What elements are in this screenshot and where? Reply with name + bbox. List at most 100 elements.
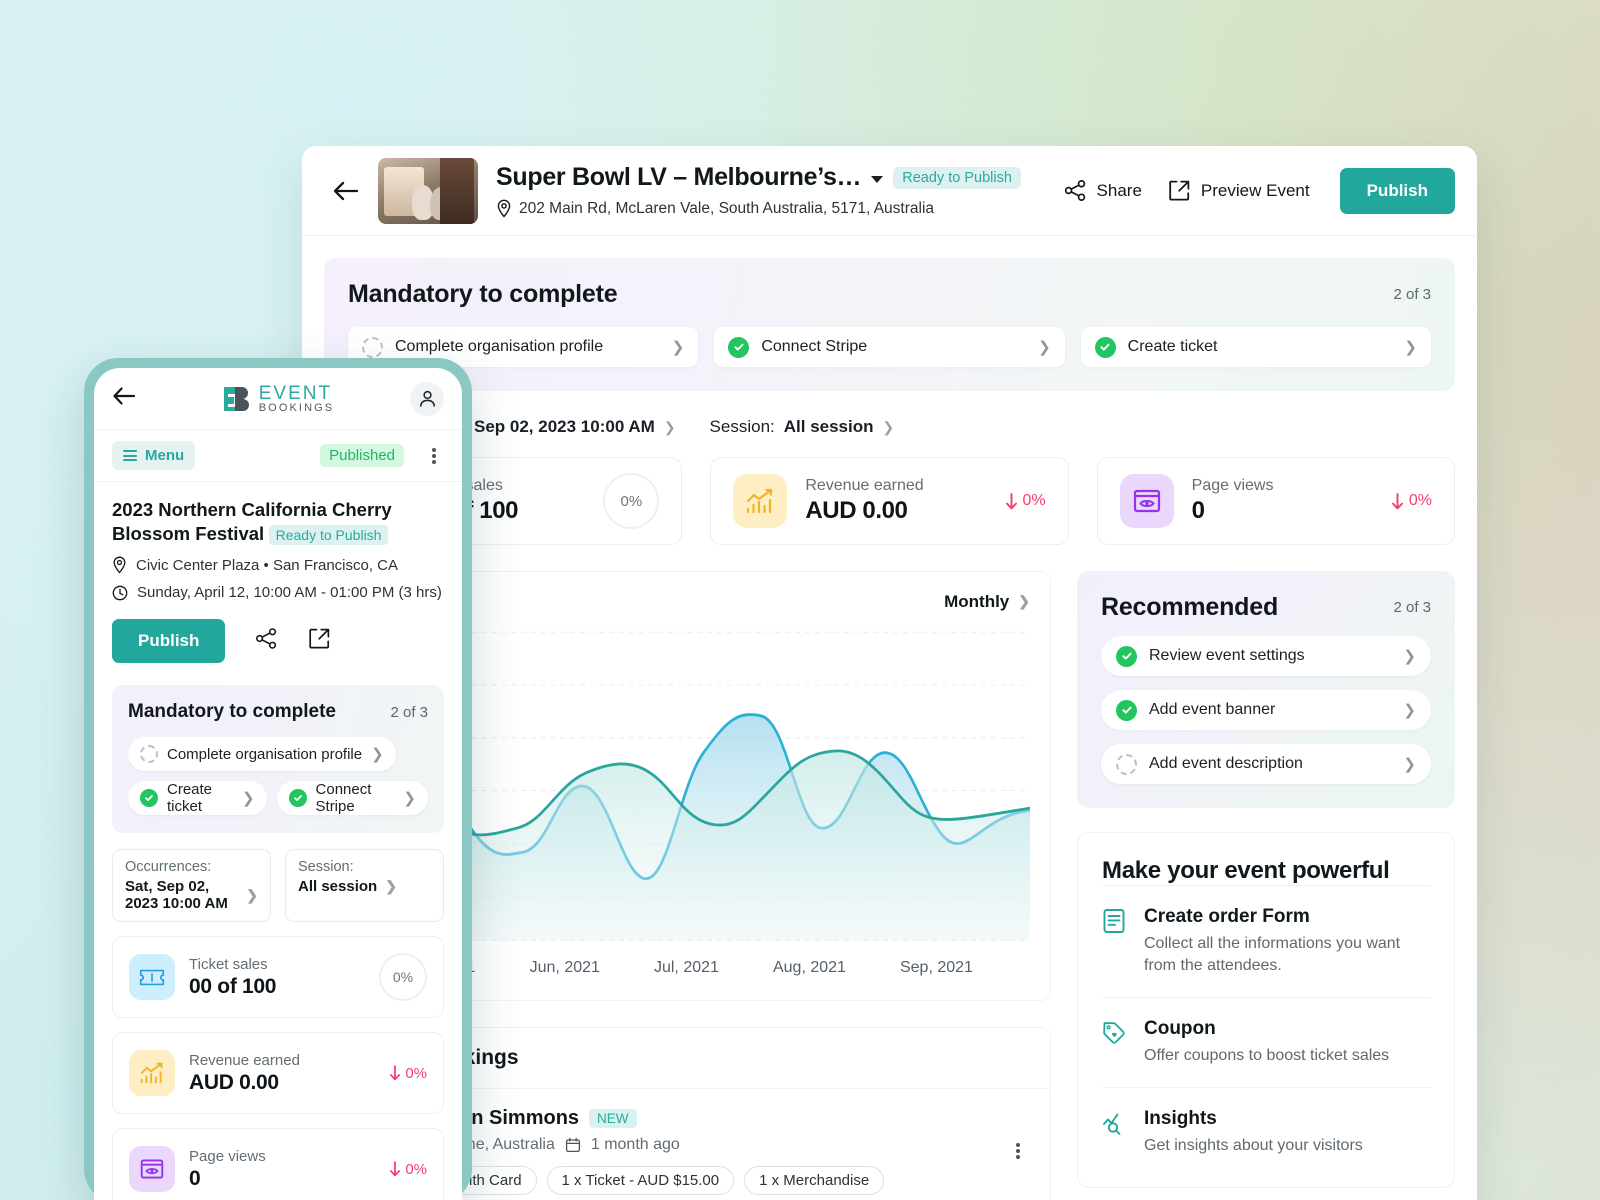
progress-ring: 0% bbox=[603, 473, 659, 529]
mandatory-to-complete-panel: Mandatory to complete 2 of 3 Complete or… bbox=[324, 258, 1455, 391]
mobile-external-link-button[interactable] bbox=[308, 627, 331, 655]
page-title: Super Bowl LV – Melbourne’s… bbox=[496, 163, 861, 192]
mobile-stat-ticket-sales: Ticket sales 00 of 100 0% bbox=[112, 936, 444, 1018]
powerful-item-coupon[interactable]: Coupon Offer coupons to boost ticket sal… bbox=[1102, 997, 1430, 1087]
logo-primary-text: EVENT bbox=[259, 384, 334, 403]
arrow-left-icon bbox=[112, 386, 136, 406]
booking-more-options-button[interactable] bbox=[1008, 1107, 1028, 1195]
arrow-down-icon bbox=[389, 1065, 401, 1081]
mobile-progress-ring: 0% bbox=[379, 953, 427, 1001]
mobile-stat-revenue-earned: Revenue earned AUD 0.00 0% bbox=[112, 1032, 444, 1114]
arrow-left-icon bbox=[332, 180, 358, 202]
user-icon bbox=[418, 389, 437, 408]
mandatory-title: Mandatory to complete bbox=[348, 280, 617, 309]
mobile-more-options-button[interactable] bbox=[424, 446, 444, 466]
logo-wordmark: EVENT BOOKINGS bbox=[259, 384, 334, 414]
mandatory-item-label: Connect Stripe bbox=[761, 338, 1026, 356]
mobile-occurrences-select[interactable]: Occurrences: Sat, Sep 02, 2023 10:00 AM … bbox=[112, 849, 271, 922]
stat-value: 0 bbox=[1192, 497, 1373, 525]
mobile-screen: EVENT BOOKINGS Menu Published bbox=[94, 368, 462, 1200]
chart-period-select[interactable]: Monthly ❯ bbox=[944, 592, 1030, 612]
page-views-eye-icon bbox=[1120, 474, 1174, 528]
mobile-back-button[interactable] bbox=[112, 386, 146, 411]
mobile-subnav: Menu Published bbox=[94, 430, 462, 482]
pending-circle-icon bbox=[1116, 754, 1137, 775]
chevron-down-icon: ❯ bbox=[664, 419, 676, 436]
hamburger-menu-icon bbox=[123, 448, 137, 464]
mobile-mandatory-item-label: Create ticket bbox=[167, 781, 233, 815]
mobile-session-value: All session bbox=[298, 878, 377, 895]
recommended-count: 2 of 3 bbox=[1393, 599, 1431, 616]
clock-icon bbox=[112, 585, 128, 601]
x-tick: Aug, 2021 bbox=[773, 959, 846, 977]
status-badge: Ready to Publish bbox=[893, 167, 1021, 189]
mobile-status-badge: Ready to Publish bbox=[269, 525, 389, 545]
mobile-nav-bar: EVENT BOOKINGS bbox=[94, 368, 462, 430]
powerful-item-heading: Insights bbox=[1144, 1108, 1363, 1130]
mobile-location-text: Civic Center Plaza • San Francisco, CA bbox=[136, 557, 398, 574]
ticket-icon bbox=[129, 954, 175, 1000]
mobile-mandatory-item-label: Complete organisation profile bbox=[167, 746, 362, 763]
published-badge: Published bbox=[320, 444, 404, 467]
booking-chip: 1 x Merchandise bbox=[744, 1166, 884, 1195]
user-account-button[interactable] bbox=[410, 382, 444, 416]
mandatory-item-label: Complete organisation profile bbox=[395, 338, 660, 356]
recommended-item-add-event-banner[interactable]: Add event banner ❯ bbox=[1101, 690, 1431, 730]
back-button[interactable] bbox=[324, 170, 366, 212]
recommended-item-label: Add event banner bbox=[1149, 701, 1391, 719]
publish-button[interactable]: Publish bbox=[1340, 168, 1455, 214]
mobile-stat-value: 00 of 100 bbox=[189, 975, 365, 999]
header-actions: Share Preview Event Publish bbox=[1064, 168, 1455, 214]
mobile-mandatory-item-create-ticket[interactable]: Create ticket ❯ bbox=[128, 781, 267, 815]
arrow-down-icon bbox=[389, 1161, 401, 1177]
mobile-mandatory-count: 2 of 3 bbox=[390, 704, 428, 721]
check-circle-icon bbox=[289, 789, 307, 807]
mobile-mandatory-item-complete-organisation-profile[interactable]: Complete organisation profile ❯ bbox=[128, 737, 396, 771]
share-label: Share bbox=[1097, 181, 1142, 201]
powerful-item-insights[interactable]: Insights Get insights about your visitor… bbox=[1102, 1087, 1430, 1177]
share-icon bbox=[1064, 179, 1087, 202]
filters-row: Occurrences: Sat, Sep 02, 2023 10:00 AM … bbox=[324, 391, 1455, 457]
right-column: Recommended 2 of 3 Review event settings… bbox=[1077, 571, 1455, 1188]
mobile-stat-value: 0 bbox=[189, 1167, 375, 1191]
chevron-right-icon: ❯ bbox=[1403, 755, 1416, 773]
mobile-action-row: Publish bbox=[112, 619, 444, 681]
session-select[interactable]: Session: All session ❯ bbox=[710, 417, 895, 437]
mobile-stat-page-views: Page views 0 0% bbox=[112, 1128, 444, 1200]
mobile-share-button[interactable] bbox=[255, 627, 278, 655]
mobile-occurrences-label: Occurrences: bbox=[125, 859, 258, 875]
powerful-item-create-order-form[interactable]: Create order Form Collect all the inform… bbox=[1102, 885, 1430, 997]
mobile-mandatory-title: Mandatory to complete bbox=[128, 701, 336, 723]
x-tick: Sep, 2021 bbox=[900, 959, 973, 977]
event-title-block: Super Bowl LV – Melbourne’s… Ready to Pu… bbox=[496, 163, 1064, 218]
mandatory-item-create-ticket[interactable]: Create ticket ❯ bbox=[1081, 327, 1431, 367]
stat-card-revenue-earned: Revenue earned AUD 0.00 0% bbox=[710, 457, 1068, 545]
recommended-title: Recommended bbox=[1101, 593, 1278, 622]
coupon-tag-icon bbox=[1102, 1018, 1128, 1067]
session-value: All session bbox=[784, 417, 874, 437]
recommended-item-review-event-settings[interactable]: Review event settings ❯ bbox=[1101, 636, 1431, 676]
event-switcher-chevron-down-icon[interactable] bbox=[871, 176, 883, 183]
recommended-item-label: Review event settings bbox=[1149, 647, 1391, 665]
preview-event-button[interactable]: Preview Event bbox=[1168, 179, 1310, 202]
chevron-right-icon: ❯ bbox=[1038, 338, 1051, 356]
booking-chips: Paid with Card 1 x Ticket - AUD $15.00 1… bbox=[409, 1166, 992, 1195]
page-views-eye-icon bbox=[129, 1146, 175, 1192]
event-address: 202 Main Rd, McLaren Vale, South Austral… bbox=[496, 199, 1064, 218]
mobile-mandatory-panel: Mandatory to complete 2 of 3 Complete or… bbox=[112, 685, 444, 833]
share-button[interactable]: Share bbox=[1064, 179, 1142, 202]
mobile-mandatory-item-connect-stripe[interactable]: Connect Stripe ❯ bbox=[277, 781, 428, 815]
mobile-mockup: EVENT BOOKINGS Menu Published bbox=[84, 358, 472, 1200]
check-circle-icon bbox=[1116, 700, 1137, 721]
mobile-publish-button[interactable]: Publish bbox=[112, 619, 225, 663]
recommended-item-add-event-description[interactable]: Add event description ❯ bbox=[1101, 744, 1431, 784]
mobile-session-select[interactable]: Session: All session ❯ bbox=[285, 849, 444, 922]
mobile-menu-button[interactable]: Menu bbox=[112, 441, 195, 470]
revenue-chart-icon bbox=[129, 1050, 175, 1096]
mobile-filters: Occurrences: Sat, Sep 02, 2023 10:00 AM … bbox=[112, 849, 444, 922]
share-icon bbox=[255, 627, 278, 650]
arrow-down-icon bbox=[1005, 493, 1018, 510]
mobile-mandatory-item-label: Connect Stripe bbox=[316, 781, 395, 815]
logo-secondary-text: BOOKINGS bbox=[259, 403, 334, 414]
mandatory-item-connect-stripe[interactable]: Connect Stripe ❯ bbox=[714, 327, 1064, 367]
